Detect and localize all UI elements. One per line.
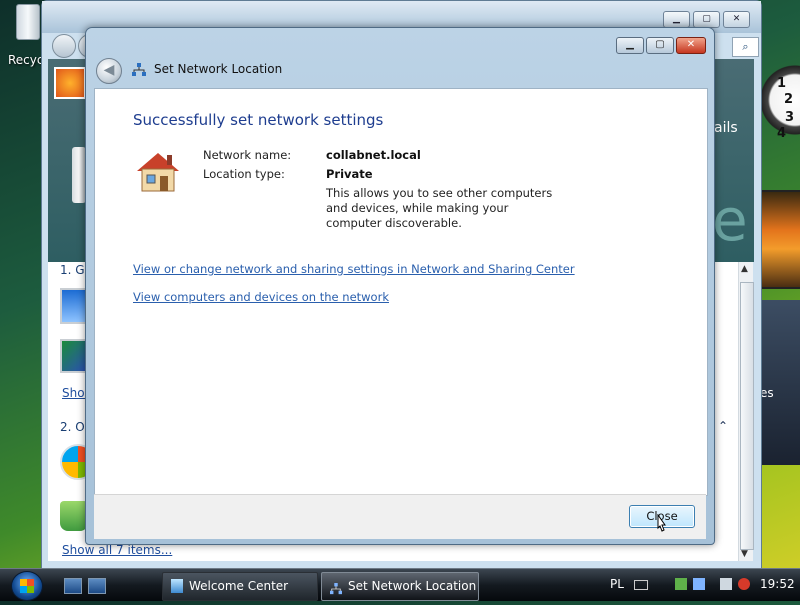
clock-digit: 3 [785,110,795,125]
dialog-content: Successfully set network settings Networ… [94,88,708,496]
vertical-scrollbar[interactable]: ▲ ▼ [738,262,754,561]
details-link[interactable]: ails [714,120,738,136]
gadget-text: es [760,386,774,400]
network-name-value: collabnet.local [326,148,421,162]
dialog-footer: Close [94,494,706,539]
view-computers-link[interactable]: View computers and devices on the networ… [133,290,389,304]
caption-buttons: ▁ ▢ ✕ [616,37,708,55]
keyboard-icon[interactable] [634,580,648,590]
taskbar-item-label: Welcome Center [189,579,289,593]
minimize-button[interactable]: ▁ [663,11,690,28]
mouse-cursor-icon [657,514,666,532]
recycle-bin-graphic [16,4,40,40]
network-icon [132,63,146,76]
back-icon[interactable] [52,34,76,58]
slideshow-gadget[interactable] [758,190,800,289]
recycle-bin-label: Recyc [8,53,44,67]
page-title: Successfully set network settings [133,111,384,129]
computer-icon [72,147,86,203]
language-indicator[interactable]: PL [610,577,624,591]
set-network-location-dialog[interactable]: ▁ ▢ ✕ ◀ Set Network Location Successfull… [85,27,715,545]
search-icon[interactable]: ⌕ [732,37,759,57]
scrollbar-thumb[interactable] [740,282,754,550]
network-tray-icon[interactable] [693,578,705,590]
show-desktop-icon[interactable] [64,578,82,594]
taskbar-item-set-network-location[interactable]: Set Network Location [321,572,479,601]
windows-start-icon [11,571,43,601]
windows-logo-text: e [712,186,748,254]
maximize-button[interactable]: ▢ [693,11,720,28]
switch-windows-icon[interactable] [88,578,106,594]
home-network-icon [137,153,179,192]
location-type-label: Location type: [203,167,285,181]
location-type-value: Private [326,167,373,181]
minimize-button[interactable]: ▁ [616,37,644,54]
shopping-basket-icon[interactable] [60,501,88,531]
close-window-button[interactable]: ✕ [676,37,706,54]
network-name-label: Network name: [203,148,292,162]
clock-digit: 2 [784,92,794,107]
back-icon[interactable]: ◀ [96,58,122,84]
scroll-up-icon[interactable]: ▲ [741,264,748,274]
scroll-down-icon[interactable]: ▼ [741,549,748,559]
taskbar-item-label: Set Network Location [348,579,477,593]
start-button[interactable] [5,569,47,601]
display-icon[interactable] [720,578,732,590]
volume-muted-icon[interactable] [738,578,750,590]
maximize-button[interactable]: ▢ [646,37,674,54]
security-icon[interactable] [675,578,687,590]
feed-gadget[interactable]: es [758,300,800,465]
network-icon [330,579,342,595]
clock-digit: 4 [777,126,787,141]
network-sharing-center-link[interactable]: View or change network and sharing setti… [133,262,575,276]
dialog-title: Set Network Location [154,62,283,76]
collapse-icon[interactable]: ⌃ [718,419,728,433]
clock-digit: 1 [777,76,787,91]
welcome-center-icon [171,579,183,593]
close-button[interactable]: ✕ [723,11,750,28]
clock-time[interactable]: 19:52 [760,577,795,591]
show-all-items-link[interactable]: Show all 7 items... [62,543,172,557]
user-picture [54,67,86,99]
taskbar-item-welcome-center[interactable]: Welcome Center [162,572,318,601]
location-description: This allows you to see other computers a… [326,186,553,230]
